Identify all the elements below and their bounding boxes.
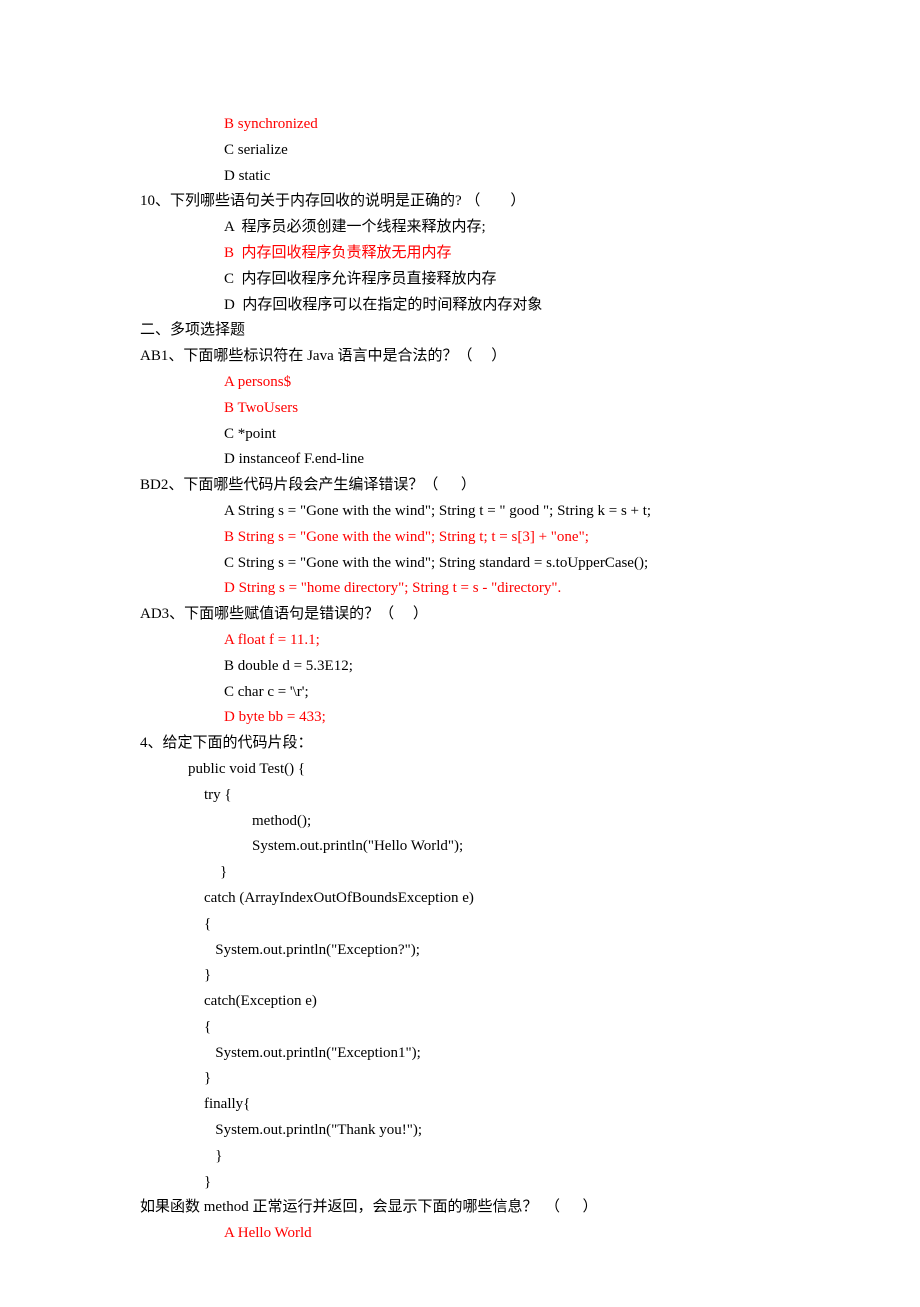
q10-option-c: C 内存回收程序允许程序员直接释放内存: [140, 267, 780, 293]
question-ad3-stem: AD3、下面哪些赋值语句是错误的？（ ）: [140, 602, 780, 628]
question-ab1-stem: AB1、下面哪些标识符在 Java 语言中是合法的？（ ）: [140, 344, 780, 370]
code-line: method();: [140, 809, 780, 835]
bd2-option-d: D String s = "home directory"; String t …: [140, 576, 780, 602]
code-line: try {: [140, 783, 780, 809]
question-10-stem: 10、下列哪些语句关于内存回收的说明是正确的? （ ）: [140, 189, 780, 215]
ab1-option-c: C *point: [140, 422, 780, 448]
ad3-option-a: A float f = 11.1;: [140, 628, 780, 654]
bd2-option-b: B String s = "Gone with the wind"; Strin…: [140, 525, 780, 551]
code-line: System.out.println("Hello World");: [140, 834, 780, 860]
q4-option-a: A Hello World: [140, 1221, 780, 1247]
code-line: System.out.println("Exception1");: [140, 1041, 780, 1067]
document-page: B synchronized C serialize D static 10、下…: [0, 0, 920, 1307]
ab1-option-d: D instanceof F.end-line: [140, 447, 780, 473]
code-line: System.out.println("Exception?");: [140, 938, 780, 964]
q10-option-b: B 内存回收程序负责释放无用内存: [140, 241, 780, 267]
code-line: }: [140, 1170, 780, 1196]
question-4-stem: 4、给定下面的代码片段：: [140, 731, 780, 757]
code-line: }: [140, 963, 780, 989]
code-line: {: [140, 912, 780, 938]
code-line: System.out.println("Thank you!");: [140, 1118, 780, 1144]
ad3-option-c: C char c = '\r';: [140, 680, 780, 706]
code-line: }: [140, 1066, 780, 1092]
option-d-static: D static: [140, 164, 780, 190]
option-b-synchronized: B synchronized: [140, 112, 780, 138]
code-line: }: [140, 860, 780, 886]
code-line: catch (ArrayIndexOutOfBoundsException e): [140, 886, 780, 912]
ab1-option-a: A persons$: [140, 370, 780, 396]
code-line: }: [140, 1144, 780, 1170]
code-line: public void Test() {: [140, 757, 780, 783]
q10-option-d: D 内存回收程序可以在指定的时间释放内存对象: [140, 293, 780, 319]
bd2-option-a: A String s = "Gone with the wind"; Strin…: [140, 499, 780, 525]
question-4-after: 如果函数 method 正常运行并返回，会显示下面的哪些信息？ （ ）: [140, 1195, 780, 1221]
q10-option-a: A 程序员必须创建一个线程来释放内存;: [140, 215, 780, 241]
code-line: finally{: [140, 1092, 780, 1118]
ad3-option-b: B double d = 5.3E12;: [140, 654, 780, 680]
option-c-serialize: C serialize: [140, 138, 780, 164]
bd2-option-c: C String s = "Gone with the wind"; Strin…: [140, 551, 780, 577]
question-bd2-stem: BD2、下面哪些代码片段会产生编译错误？（ ）: [140, 473, 780, 499]
ad3-option-d: D byte bb = 433;: [140, 705, 780, 731]
code-line: {: [140, 1015, 780, 1041]
section-2-heading: 二、多项选择题: [140, 318, 780, 344]
ab1-option-b: B TwoUsers: [140, 396, 780, 422]
code-line: catch(Exception e): [140, 989, 780, 1015]
